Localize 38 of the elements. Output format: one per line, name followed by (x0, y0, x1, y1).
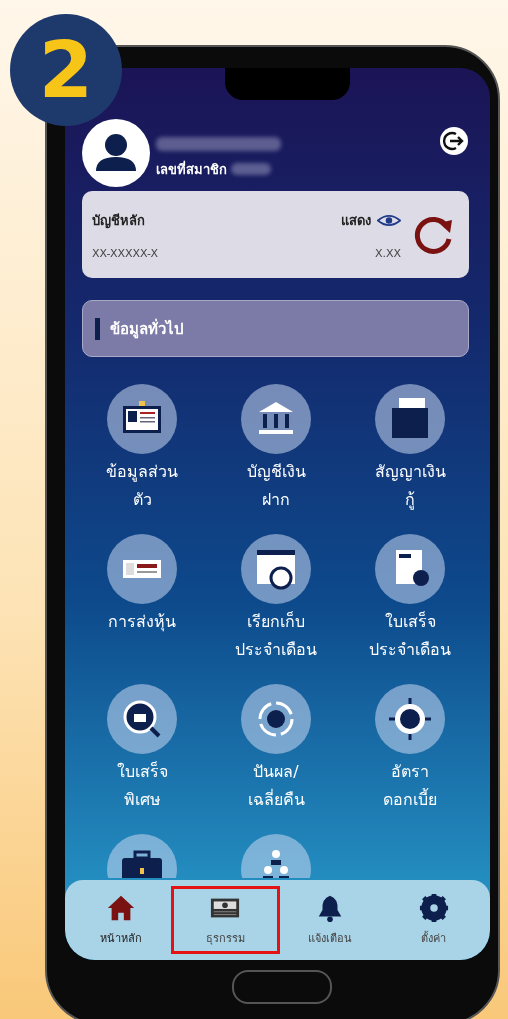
step-badge: 2 (10, 14, 122, 126)
cheque-icon[interactable] (107, 534, 177, 604)
section-marker (95, 317, 100, 340)
logout-icon[interactable] (439, 126, 469, 156)
receipt-icon[interactable] (375, 534, 445, 604)
account-balance: X.XX (374, 246, 401, 260)
search-bank-icon[interactable] (107, 684, 177, 754)
id-card-icon[interactable] (107, 384, 177, 454)
menu-label[interactable]: เรียกเก็บ ประจำเดือน (235, 608, 317, 664)
nav-tab[interactable]: ตั้งค่า (381, 886, 486, 954)
section-title: ข้อมูลทั่วไป (110, 317, 184, 341)
menu-label[interactable]: สัญญาเงิน กู้ (374, 458, 446, 514)
menu-label[interactable]: ใบเสร็จ ประจำเดือน (369, 608, 451, 664)
nav-tab[interactable]: หน้าหลัก (69, 886, 174, 954)
home-icon (106, 893, 137, 923)
folder-icon[interactable] (375, 384, 445, 454)
avatar-icon (82, 119, 150, 187)
menu-label[interactable]: ใบเสร็จ พิเศษ (116, 758, 168, 814)
menu-label[interactable]: บัญชีเงิน ฝาก (246, 458, 306, 514)
menu-label[interactable]: อัตรา ดอกเบี้ย (383, 758, 437, 814)
target-icon[interactable] (375, 684, 445, 754)
eye-icon (377, 213, 401, 227)
blurred-member-number (231, 163, 271, 175)
home-button[interactable] (231, 970, 332, 1004)
gear-icon (418, 893, 449, 923)
menu-label[interactable]: ปันผล/ เฉลี่ยคืน (247, 758, 305, 814)
menu-label[interactable]: การส่งหุ้น (108, 608, 176, 636)
cycle-icon[interactable] (241, 684, 311, 754)
calendar-icon[interactable] (241, 534, 311, 604)
account-title: บัญชีหลัก (92, 211, 145, 231)
menu-label[interactable]: ข้อมูลส่วน ตัว (106, 458, 178, 514)
nav-tab[interactable]: ธุรกรรม (171, 886, 280, 954)
account-number: XX-XXXXX-X (92, 246, 159, 260)
bank-icon[interactable] (241, 384, 311, 454)
member-number-label: เลขที่สมาชิก (156, 159, 227, 179)
show-balance-button[interactable]: แสดง (341, 209, 401, 231)
nav-tab[interactable]: แจ้งเตือน (277, 886, 382, 954)
hierarchy-icon[interactable] (241, 834, 311, 878)
